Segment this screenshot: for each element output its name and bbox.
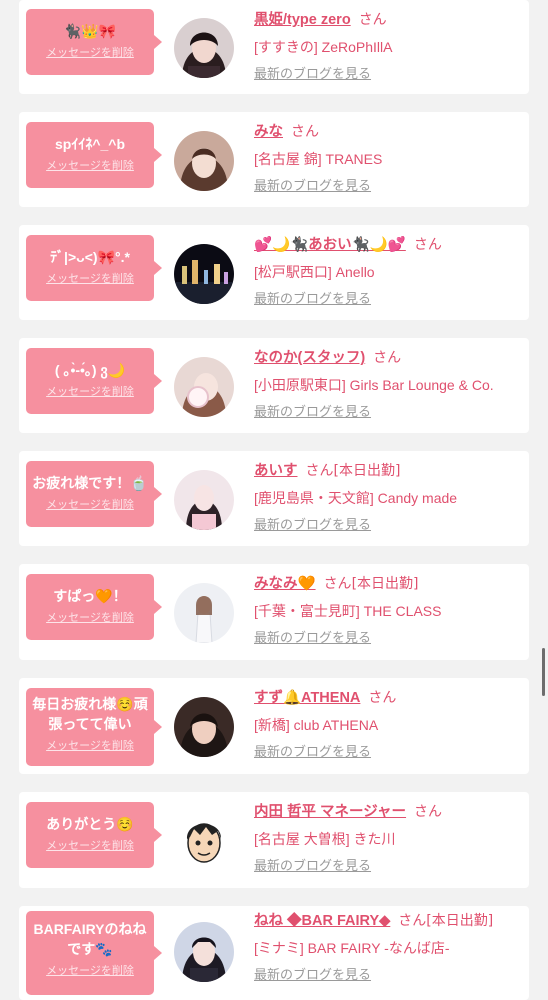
message-bubble: すぱっ🧡！ メッセージを削除	[26, 574, 162, 640]
avatar[interactable]	[174, 697, 234, 757]
user-name-link[interactable]: あいす	[254, 463, 298, 479]
delete-message-link[interactable]: メッセージを削除	[46, 839, 134, 853]
avatar[interactable]	[174, 922, 234, 982]
latest-blog-link[interactable]: 最新のブログを見る	[254, 291, 371, 309]
message-card: 🐈‍⬛👑🎀 メッセージを削除 黒姫/type zero さん [すすきの] ZeR…	[19, 0, 529, 94]
user-name-link[interactable]: 内田 哲平 マネージャー	[254, 804, 406, 820]
latest-blog-link[interactable]: 最新のブログを見る	[254, 178, 371, 196]
message-text: すぱっ🧡！	[53, 588, 127, 604]
latest-blog-link[interactable]: 最新のブログを見る	[254, 630, 371, 648]
message-bubble: 🐈‍⬛👑🎀 メッセージを削除	[26, 9, 162, 75]
avatar[interactable]	[174, 583, 234, 643]
status-label: [本日出勤]	[333, 463, 401, 479]
avatar[interactable]	[174, 18, 234, 78]
message-bubble: BARFAIRYのねねです🐾 メッセージを削除	[26, 911, 162, 995]
honorific: さん	[414, 804, 443, 820]
message-text: 毎日お疲れ様☺️頑張ってて偉い	[32, 696, 148, 732]
message-text: BARFAIRYのねねです🐾	[33, 921, 147, 957]
shop-info: [千葉・富士見町] THE CLASS	[254, 603, 442, 619]
message-bubble: spｲｲﾈ^_^b メッセージを削除	[26, 122, 162, 188]
delete-message-link[interactable]: メッセージを削除	[46, 611, 134, 625]
message-text: ( ｡•̀-•́｡) ვ🌙	[54, 362, 126, 378]
message-card: ありがとう☺️ メッセージを削除 内田 哲平 マネージャー さん [名古屋 大曽根…	[19, 792, 529, 888]
shop-info: [すすきの] ZeRoPhIllA	[254, 39, 393, 55]
shop-info: [松戸駅西口] Anello	[254, 264, 375, 280]
delete-message-link[interactable]: メッセージを削除	[46, 498, 134, 512]
latest-blog-link[interactable]: 最新のブログを見る	[254, 404, 371, 422]
latest-blog-link[interactable]: 最新のブログを見る	[254, 967, 371, 985]
message-bubble: 毎日お疲れ様☺️頑張ってて偉い メッセージを削除	[26, 688, 162, 766]
message-bubble: ( ｡•̀-•́｡) ვ🌙 メッセージを削除	[26, 348, 162, 414]
delete-message-link[interactable]: メッセージを削除	[46, 272, 134, 286]
user-name-link[interactable]: すず🔔ATHENA	[254, 690, 360, 706]
shop-info: [名古屋 錦] TRANES	[254, 151, 383, 167]
delete-message-link[interactable]: メッセージを削除	[46, 46, 134, 60]
latest-blog-link[interactable]: 最新のブログを見る	[254, 66, 371, 84]
shop-info: [鹿児島県・天文館] Candy made	[254, 490, 458, 506]
honorific: さん	[358, 12, 387, 28]
message-card: ﾃﾞ|>ᴗ<)🎀°.* メッセージを削除 💕🌙🐈‍⬛あおい🐈‍⬛🌙💕 さん [松戸…	[19, 225, 529, 320]
message-card: ( ｡•̀-•́｡) ვ🌙 メッセージを削除 なのか(スタッフ) さん [小田原駅…	[19, 338, 529, 433]
shop-info: [ミナミ] BAR FAIRY -なんば店-	[254, 940, 450, 956]
message-text: ﾃﾞ|>ᴗ<)🎀°.*	[50, 249, 130, 265]
message-text: spｲｲﾈ^_^b	[54, 136, 126, 152]
user-name-link[interactable]: みな	[254, 124, 283, 140]
message-card: すぱっ🧡！ メッセージを削除 みなみ🧡 さん[本日出勤] [千葉・富士見町] TH…	[19, 564, 529, 660]
message-card: 毎日お疲れ様☺️頑張ってて偉い メッセージを削除 すず🔔ATHENA さん [新橋…	[19, 678, 529, 774]
message-card: BARFAIRYのねねです🐾 メッセージを削除 ねね ◆BAR FAIRY◆ さん…	[19, 906, 529, 1000]
avatar[interactable]	[174, 131, 234, 191]
avatar[interactable]	[174, 244, 234, 304]
honorific: さん	[413, 237, 442, 253]
shop-info: [新橋] club ATHENA	[254, 717, 379, 733]
delete-message-link[interactable]: メッセージを削除	[46, 739, 134, 753]
avatar[interactable]	[174, 470, 234, 530]
message-bubble: ありがとう☺️ メッセージを削除	[26, 802, 162, 868]
honorific: さん	[368, 690, 397, 706]
honorific: さん	[305, 463, 334, 479]
message-bubble: お疲れ様です！🍵 メッセージを削除	[26, 461, 162, 527]
avatar[interactable]	[174, 811, 234, 871]
message-text: お疲れ様です！🍵	[32, 475, 148, 491]
delete-message-link[interactable]: メッセージを削除	[46, 159, 134, 173]
user-name-link[interactable]: なのか(スタッフ)	[254, 350, 365, 366]
honorific: さん	[398, 913, 427, 929]
shop-info: [名古屋 大曽根] きた川	[254, 831, 396, 847]
message-text: 🐈‍⬛👑🎀	[63, 23, 117, 39]
user-name-link[interactable]: 黒姫/type zero	[254, 12, 351, 28]
latest-blog-link[interactable]: 最新のブログを見る	[254, 744, 371, 762]
honorific: さん	[323, 576, 352, 592]
shop-info: [小田原駅東口] Girls Bar Lounge & Co.	[254, 377, 494, 393]
status-label: [本日出勤]	[351, 576, 419, 592]
scrollbar[interactable]	[542, 648, 545, 696]
avatar[interactable]	[174, 357, 234, 417]
honorific: さん	[373, 350, 402, 366]
user-name-link[interactable]: 💕🌙🐈‍⬛あおい🐈‍⬛🌙💕	[254, 237, 406, 253]
honorific: さん	[291, 124, 319, 140]
message-card: お疲れ様です！🍵 メッセージを削除 あいす さん[本日出勤] [鹿児島県・天文館]…	[19, 451, 529, 546]
status-label: [本日出勤]	[426, 913, 494, 929]
user-name-link[interactable]: みなみ🧡	[254, 576, 316, 592]
user-name-link[interactable]: ねね ◆BAR FAIRY◆	[254, 913, 390, 929]
message-card: spｲｲﾈ^_^b メッセージを削除 みな さん [名古屋 錦] TRANES 最…	[19, 112, 529, 207]
delete-message-link[interactable]: メッセージを削除	[46, 964, 134, 978]
delete-message-link[interactable]: メッセージを削除	[46, 385, 134, 399]
message-text: ありがとう☺️	[46, 816, 134, 832]
latest-blog-link[interactable]: 最新のブログを見る	[254, 517, 371, 535]
message-bubble: ﾃﾞ|>ᴗ<)🎀°.* メッセージを削除	[26, 235, 162, 301]
latest-blog-link[interactable]: 最新のブログを見る	[254, 858, 371, 876]
